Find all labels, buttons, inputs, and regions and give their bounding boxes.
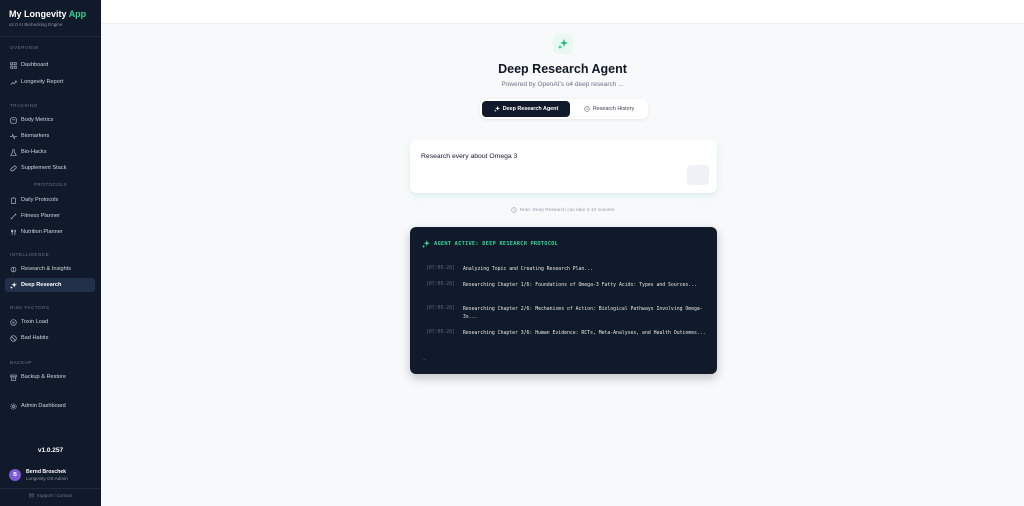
sidebar-item-bio-hacks[interactable]: Bio-Hacks [5,145,95,159]
log-message: Analyzing Topic and Creating Research Pl… [463,267,593,272]
sidebar-item-longevity-report[interactable]: Longevity Report [5,75,95,89]
sparkles-icon [493,106,500,112]
sidebar-item-label: Fitness Planner [21,213,60,219]
tab-label: Deep Research Agent [502,106,559,112]
sidebar-item-nutrition-planner[interactable]: Nutrition Planner [5,225,95,239]
clipboard-icon [10,196,17,204]
history-icon [584,106,590,112]
sidebar-item-label: Bad Habits [21,335,49,341]
tab-deep-research-agent[interactable]: Deep Research Agent [482,101,570,117]
gear-icon [10,402,17,410]
dumbbell-icon [10,212,17,220]
grid-icon [10,61,17,69]
sidebar-item-fitness-planner[interactable]: Fitness Planner [5,209,95,223]
toxin-icon [10,318,17,326]
section-backup: BACKUP [10,360,32,365]
sidebar-item-label: Research & Insights [21,266,72,272]
log-line: [07:06:28] Researching Chapter 3/6: Huma… [426,330,711,338]
terminal-header-text: AGENT ACTIVE: DEEP RESEARCH PROTOCOL [434,241,559,247]
sparkles-icon [422,240,430,248]
sidebar-item-label: Deep Research [21,282,62,288]
flask-icon [10,148,17,156]
user-role: Longevity OS Admin [26,476,68,481]
agent-terminal: AGENT ACTIVE: DEEP RESEARCH PROTOCOL [07… [410,227,717,374]
note-text: Note: Deep Research can take 2-10 minute… [519,207,615,213]
app-version: v1.0.257 [37,447,64,454]
log-line: [07:06:28] Researching Chapter 1/6: Foun… [426,282,711,290]
query-card: Research every about Omega 3 [410,140,717,193]
tab-label: Research History [592,106,635,112]
sidebar-item-toxin-load[interactable]: Toxin Load [5,315,95,329]
user-name: Bernd Broschek [26,469,67,475]
brand[interactable]: My Longevity App v2.0 AI Biohacking Engi… [9,9,86,27]
query-input[interactable]: Research every about Omega 3 [421,153,517,160]
app-title: My Longevity App [9,9,87,19]
send-button[interactable] [687,165,709,185]
sidebar-item-label: Longevity Report [21,79,64,85]
utensils-icon [10,228,17,236]
activity-icon [10,132,17,140]
pill-icon [10,165,17,172]
archive-icon [10,374,17,381]
log-timestamp: [07:06:28] [426,306,455,311]
sidebar-item-label: Body Metrics [21,117,54,123]
page-title: Deep Research Agent [498,62,627,76]
app-subtitle: v2.0 AI Biohacking Engine [9,22,63,27]
sidebar-item-dashboard[interactable]: Dashboard [5,58,95,72]
scale-icon [10,116,17,124]
section-tracking: TRACKING [10,103,38,108]
sidebar-item-body-metrics[interactable]: Body Metrics [5,113,95,127]
terminal-header: AGENT ACTIVE: DEEP RESEARCH PROTOCOL [422,240,558,248]
sidebar-item-label: Biomarkers [21,133,50,139]
terminal-cursor: _ [423,355,426,361]
sidebar-item-label: Toxin Load [21,319,49,325]
avatar: B [9,469,21,481]
sidebar: My Longevity App v2.0 AI Biohacking Engi… [0,0,101,506]
mail-icon [28,493,34,498]
sidebar-item-bad-habits[interactable]: Bad Habits [5,331,95,345]
log-timestamp: [07:06:28] [426,266,455,271]
sidebar-item-label: Nutrition Planner [21,229,63,235]
brain-icon [10,266,17,273]
section-protocols: PROTOCOLS [33,182,68,187]
log-line: [07:06:28] Analyzing Topic and Creating … [426,266,711,274]
log-message: Researching Chapter 3/6: Human Evidence:… [463,331,706,336]
sidebar-item-backup-restore[interactable]: Backup & Restore [5,370,95,384]
sidebar-item-label: Dashboard [21,62,49,68]
support-label: Support / Contact [36,493,73,498]
sidebar-item-daily-protocols[interactable]: Daily Protocols [5,193,95,207]
duration-note: Note: Deep Research can take 2-10 minute… [101,207,1024,213]
sparkles-icon [10,281,17,289]
section-risk-factors: RISK FACTORS [10,305,50,310]
tab-research-history[interactable]: Research History [574,101,644,117]
sidebar-item-label: Daily Protocols [21,197,59,203]
sparkles-icon [553,34,573,54]
sidebar-item-label: Bio-Hacks [21,149,47,155]
divider [0,36,101,37]
sidebar-item-deep-research[interactable]: Deep Research [5,278,95,292]
log-message: Researching Chapter 2/6: Mechanisms of A… [463,307,703,320]
sidebar-item-biomarkers[interactable]: Biomarkers [5,129,95,143]
ban-icon [10,334,17,342]
sidebar-item-label: Admin Dashboard [21,403,66,409]
section-intelligence: INTELLIGENCE [10,252,50,257]
section-overview: OVERVIEW [10,45,39,50]
user-profile[interactable]: B Bernd Broschek Longevity OS Admin [9,469,68,481]
page-subtitle: Powered by OpenAI's o4 deep research ... [501,81,624,88]
tab-bar: Deep Research Agent Research History [480,99,648,119]
sidebar-item-label: Supplement Stack [21,165,67,171]
log-line: [07:06:28] Researching Chapter 2/6: Mech… [426,306,711,322]
sidebar-item-research-insights[interactable]: Research & Insights [5,262,95,276]
trending-up-icon [10,79,17,86]
support-link[interactable]: Support / Contact [0,493,101,498]
log-timestamp: [07:06:28] [426,282,455,287]
sidebar-item-admin-dashboard[interactable]: Admin Dashboard [5,399,95,413]
sidebar-item-label: Backup & Restore [21,374,67,380]
sidebar-item-supplement-stack[interactable]: Supplement Stack [5,161,95,175]
clock-icon [510,207,517,213]
divider [0,488,101,489]
top-bar [101,0,1024,24]
log-timestamp: [07:06:28] [426,330,455,335]
log-message: Researching Chapter 1/6: Foundations of … [463,283,697,288]
